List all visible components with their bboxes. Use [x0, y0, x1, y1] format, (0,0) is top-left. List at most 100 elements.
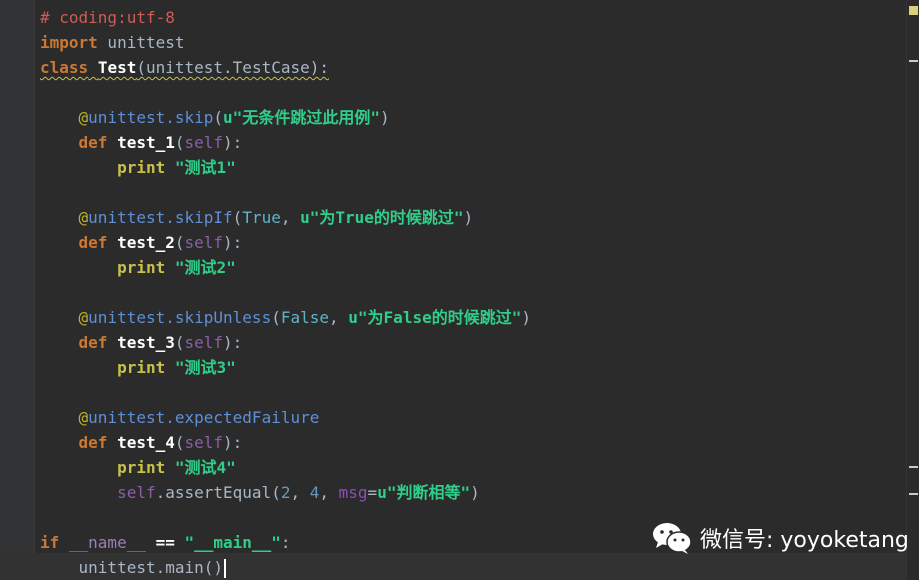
code-token: "测试4": [174, 458, 236, 477]
inspection-status-icon[interactable]: [909, 6, 918, 15]
code-token: .assertEqual(: [155, 483, 281, 502]
code-token: @: [40, 208, 89, 227]
code-line[interactable]: def test_2(self):: [40, 230, 905, 255]
code-line[interactable]: @unittest.skipIf(True, u"为True的时候跳过"): [40, 205, 905, 230]
code-token: self: [184, 233, 224, 252]
watermark: 微信号: yoyoketang: [652, 520, 909, 556]
code-token: u"判断相等": [377, 483, 471, 502]
code-token: (): [203, 558, 224, 577]
scroll-marker[interactable]: [909, 493, 918, 495]
code-token: (: [174, 333, 185, 352]
code-line[interactable]: print "测试1": [40, 155, 905, 180]
code-token: print: [117, 358, 166, 377]
code-token: u"无条件跳过此用例": [223, 108, 380, 127]
code-token: def: [78, 333, 108, 352]
code-token: u"为False的时候跳过": [348, 308, 522, 327]
code-line[interactable]: print "测试2": [40, 255, 905, 280]
code-token: self: [184, 333, 224, 352]
vertical-scrollbar[interactable]: [906, 0, 919, 580]
code-line[interactable]: unittest.main(): [40, 555, 905, 580]
code-token: print: [117, 458, 166, 477]
scroll-marker[interactable]: [909, 60, 918, 62]
code-token: (: [271, 308, 281, 327]
code-token: def: [78, 233, 108, 252]
code-token: print: [117, 258, 166, 277]
fold-bar: [34, 0, 35, 580]
code-token: ,: [280, 208, 301, 227]
code-line[interactable]: def test_4(self):: [40, 430, 905, 455]
code-token: (: [174, 433, 185, 452]
code-token: @: [40, 308, 89, 327]
code-token: self: [117, 483, 156, 502]
code-token: "__main__": [184, 533, 281, 552]
code-token: import: [40, 33, 98, 52]
code-token: ,: [319, 483, 339, 502]
code-token: ):: [223, 333, 243, 352]
code-token: class: [40, 58, 89, 77]
code-line[interactable]: class Test(unittest.TestCase):: [40, 55, 905, 80]
code-token: ):: [223, 233, 243, 252]
code-line[interactable]: @unittest.skip(u"无条件跳过此用例"): [40, 105, 905, 130]
code-token: test_4: [117, 433, 175, 452]
code-token: ): [470, 483, 480, 502]
code-token: ,: [290, 483, 310, 502]
code-token: Test: [97, 58, 137, 77]
code-token: self: [184, 433, 224, 452]
code-line[interactable]: [40, 280, 905, 305]
code-line[interactable]: @unittest.expectedFailure: [40, 405, 905, 430]
scroll-marker[interactable]: [909, 466, 918, 468]
code-token: msg: [338, 483, 368, 502]
wechat-icon: [653, 523, 692, 554]
code-token: __name__: [59, 533, 156, 552]
code-editor[interactable]: # coding:utf-8 import unittest class Test(…: [0, 0, 919, 580]
code-line[interactable]: [40, 80, 905, 105]
code-token: unittest: [97, 33, 185, 52]
code-line[interactable]: print "测试4": [40, 455, 905, 480]
code-token: (: [174, 233, 185, 252]
code-area[interactable]: # coding:utf-8 import unittest class Test(…: [40, 5, 905, 580]
code-token: test_1: [117, 133, 175, 152]
code-line[interactable]: [40, 380, 905, 405]
code-token: =: [367, 483, 378, 502]
watermark-text: 微信号: yoyoketang: [700, 528, 909, 553]
code-token: (: [232, 208, 243, 227]
code-token: print: [117, 158, 166, 177]
code-line[interactable]: # coding:utf-8: [40, 5, 905, 30]
code-token: unittest.main: [40, 558, 204, 577]
code-token: "测试3": [174, 358, 236, 377]
editor-gutter[interactable]: [0, 0, 34, 580]
code-token: self: [184, 133, 224, 152]
code-token: @: [40, 108, 89, 127]
code-line[interactable]: import unittest: [40, 30, 905, 55]
code-token: ):: [223, 133, 243, 152]
code-token: ):: [223, 433, 243, 452]
code-token: (: [174, 133, 185, 152]
code-token: test_2: [117, 233, 175, 252]
code-line[interactable]: self.assertEqual(2, 4, msg=u"判断相等"): [40, 480, 905, 505]
code-line[interactable]: def test_3(self):: [40, 330, 905, 355]
code-token: unittest.skipUnless: [88, 308, 272, 327]
code-token: # coding:utf-8: [40, 8, 175, 27]
code-token: :: [280, 533, 291, 552]
code-line[interactable]: @unittest.skipUnless(False, u"为False的时候跳…: [40, 305, 905, 330]
code-line[interactable]: def test_1(self):: [40, 130, 905, 155]
code-line[interactable]: [40, 180, 905, 205]
code-line[interactable]: print "测试3": [40, 355, 905, 380]
code-token: ): [521, 308, 531, 327]
